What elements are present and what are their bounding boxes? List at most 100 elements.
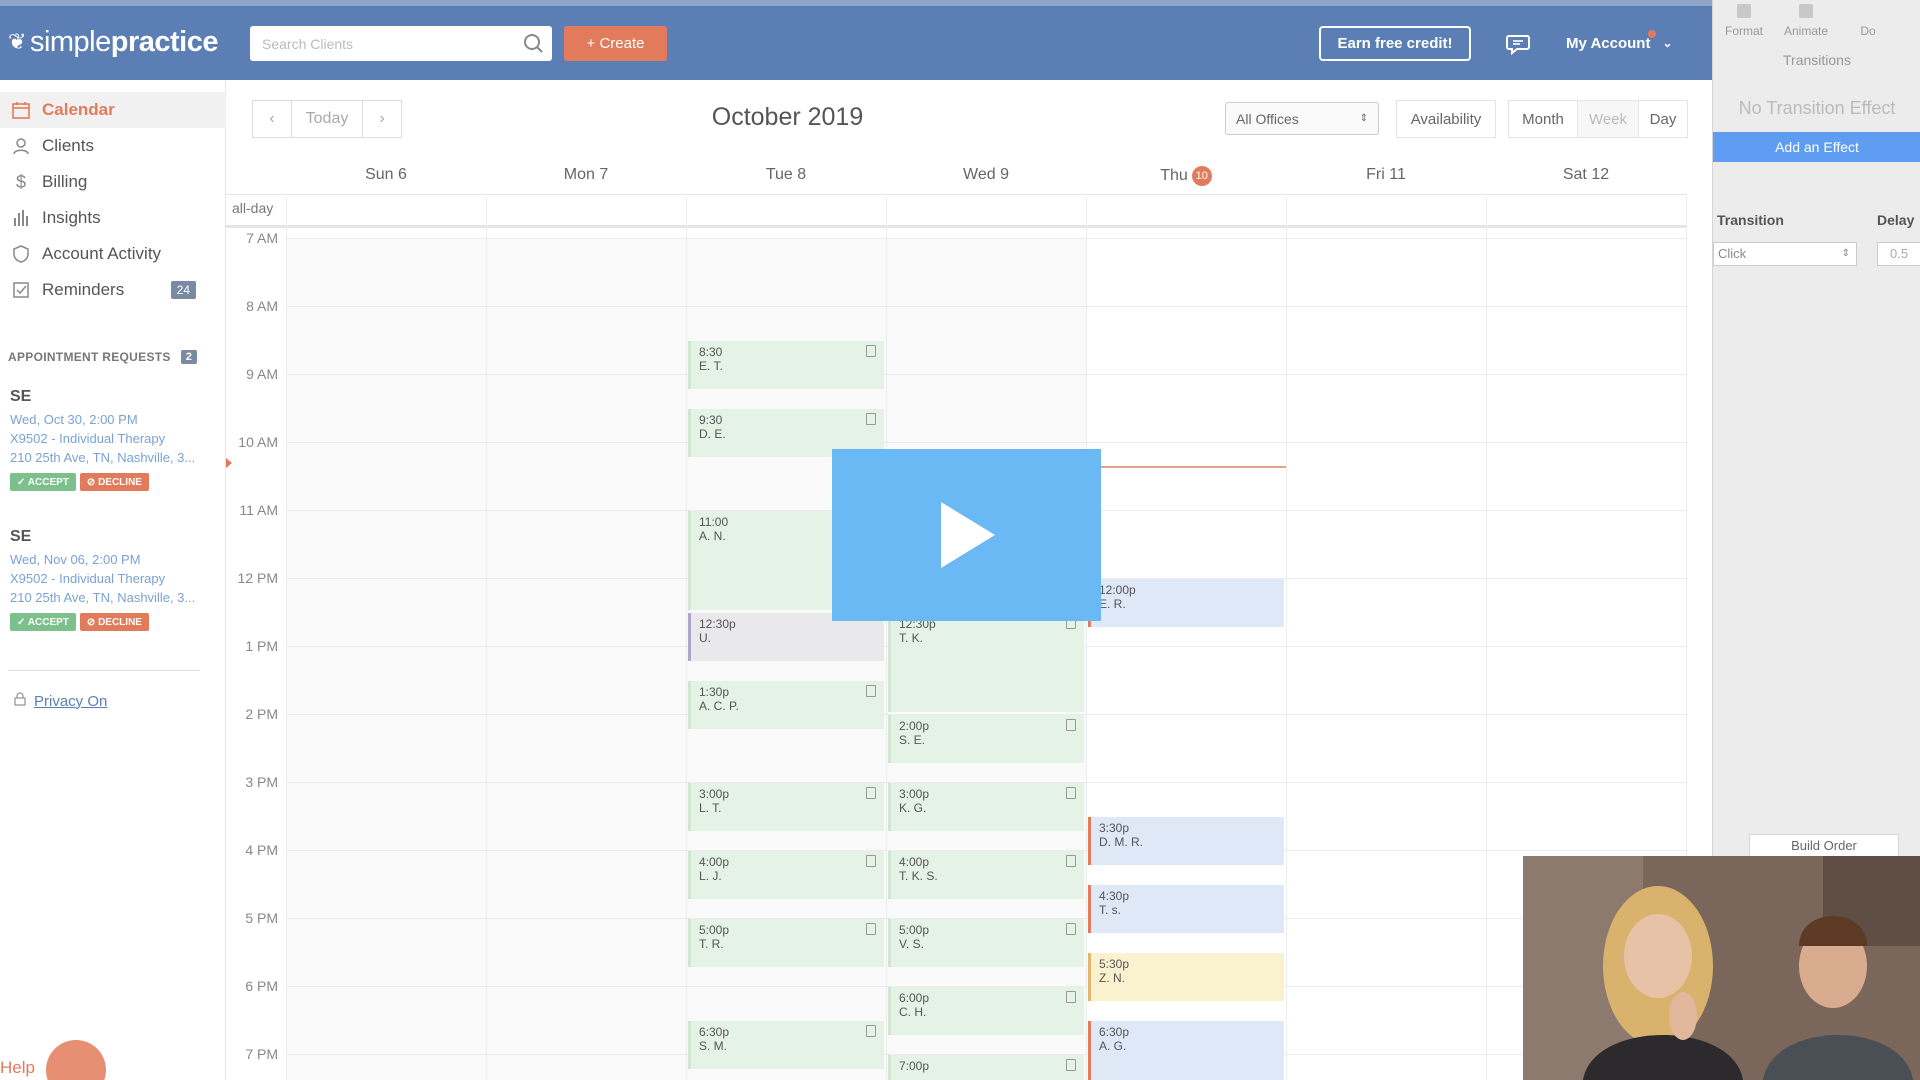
note-icon[interactable]: [866, 345, 876, 357]
privacy-label: Privacy On: [34, 692, 108, 710]
chat-icon[interactable]: [1505, 31, 1531, 57]
note-icon[interactable]: [1066, 923, 1076, 935]
appointment-block[interactable]: 4:30p T. s.: [1088, 885, 1284, 933]
appointment-block[interactable]: 3:00p L. T.: [688, 783, 884, 831]
simplepractice-logo[interactable]: ❦ simple practice: [8, 26, 218, 58]
day-header[interactable]: Fri 11: [1286, 166, 1486, 190]
note-icon[interactable]: [866, 685, 876, 697]
appointment-block[interactable]: 1:30p A. C. P.: [688, 681, 884, 729]
office-select-value: All Offices: [1236, 110, 1299, 127]
sidebar-item-clients[interactable]: Clients: [0, 128, 226, 164]
request-date[interactable]: Wed, Nov 06, 2:00 PM: [10, 552, 220, 567]
accept-request-button[interactable]: ✓ ACCEPT: [10, 473, 76, 491]
day-header[interactable]: Wed 9: [886, 166, 1086, 190]
note-icon[interactable]: [1066, 1059, 1076, 1071]
search-icon[interactable]: [516, 26, 552, 61]
office-select[interactable]: All Offices ⇕: [1225, 102, 1379, 135]
appointment-time: 6:30p: [699, 1025, 730, 1039]
hour-label: 11 AM: [239, 502, 278, 518]
appointment-time: 3:00p: [699, 787, 730, 801]
day-header-label: Wed 9: [963, 166, 1009, 183]
appointment-block[interactable]: 3:30p D. M. R.: [1088, 817, 1284, 865]
appointment-client: K. G.: [899, 801, 927, 815]
note-icon[interactable]: [866, 413, 876, 425]
decline-request-button[interactable]: ⊘ DECLINE: [79, 613, 149, 631]
view-week-button[interactable]: Week: [1577, 100, 1639, 138]
view-month-button[interactable]: Month: [1508, 100, 1578, 138]
sidebar-item-insights[interactable]: Insights: [0, 200, 226, 236]
next-week-button[interactable]: ›: [362, 100, 402, 138]
note-icon[interactable]: [1066, 991, 1076, 1003]
accept-request-button[interactable]: ✓ ACCEPT: [10, 613, 76, 631]
top-navigation-bar: ❦ simple practice Search Clients + Create…: [0, 0, 1712, 80]
appointment-block[interactable]: 4:00p T. K. S.: [888, 851, 1084, 899]
transition-select[interactable]: Click ⇕: [1713, 242, 1857, 266]
video-play-button[interactable]: [832, 449, 1101, 621]
help-label[interactable]: Help: [0, 1058, 35, 1078]
appointment-block[interactable]: 8:30 E. T.: [688, 341, 884, 389]
appointment-block[interactable]: 7:00p: [888, 1055, 1084, 1080]
tab-animate[interactable]: Animate: [1775, 0, 1837, 44]
all-day-row[interactable]: [226, 194, 1686, 228]
day-header[interactable]: Mon 7: [486, 166, 686, 190]
build-order-button[interactable]: Build Order: [1749, 834, 1899, 858]
note-icon[interactable]: [866, 923, 876, 935]
note-icon[interactable]: [866, 787, 876, 799]
day-column-divider: [1086, 194, 1087, 1080]
video-progress-bar[interactable]: [0, 0, 1712, 6]
earn-free-credit-button[interactable]: Earn free credit!: [1319, 26, 1471, 61]
my-account-menu[interactable]: My Account ⌄: [1566, 28, 1673, 58]
sidebar-item-calendar[interactable]: Calendar: [0, 92, 226, 128]
help-chat-button[interactable]: [46, 1040, 106, 1080]
appointment-block[interactable]: 5:00p V. S.: [888, 919, 1084, 967]
appointment-block[interactable]: 6:00p C. H.: [888, 987, 1084, 1035]
note-icon[interactable]: [1066, 787, 1076, 799]
day-header[interactable]: Sun 6: [286, 166, 486, 190]
appointment-block[interactable]: 2:00p S. E.: [888, 715, 1084, 763]
sidebar-item-reminders[interactable]: Reminders 24: [0, 272, 226, 308]
hour-label: 9 AM: [246, 366, 278, 382]
appointment-block[interactable]: 12:00p E. R.: [1088, 579, 1284, 627]
appointment-block[interactable]: 12:30p T. K.: [888, 613, 1084, 712]
note-icon[interactable]: [1066, 719, 1076, 731]
request-address[interactable]: 210 25th Ave, TN, Nashville, 3...: [10, 590, 220, 605]
note-icon[interactable]: [1066, 855, 1076, 867]
today-button[interactable]: Today: [291, 100, 363, 138]
previous-week-button[interactable]: ‹: [252, 100, 292, 138]
day-header[interactable]: Tue 8: [686, 166, 886, 190]
note-icon[interactable]: [866, 1025, 876, 1037]
availability-button[interactable]: Availability: [1396, 100, 1496, 138]
appointment-block[interactable]: 6:30p S. M.: [688, 1021, 884, 1069]
request-address[interactable]: 210 25th Ave, TN, Nashville, 3...: [10, 450, 220, 465]
sidebar-item-label: Calendar: [42, 100, 115, 119]
appointment-block[interactable]: 3:00p K. G.: [888, 783, 1084, 831]
day-column-divider: [1486, 194, 1487, 1080]
decline-request-button[interactable]: ⊘ DECLINE: [79, 473, 149, 491]
request-service[interactable]: X9502 - Individual Therapy: [10, 571, 220, 586]
sidebar-item-account-activity[interactable]: Account Activity: [0, 236, 226, 272]
search-clients-input[interactable]: Search Clients: [250, 26, 552, 61]
sidebar: Calendar Clients $ Billing Insights Acco…: [0, 80, 232, 1080]
request-date[interactable]: Wed, Oct 30, 2:00 PM: [10, 412, 220, 427]
add-effect-button[interactable]: Add an Effect: [1713, 132, 1920, 162]
appointment-block[interactable]: 6:30p A. G.: [1088, 1021, 1284, 1080]
appointment-block[interactable]: 4:00p L. J.: [688, 851, 884, 899]
appointment-time: 3:30p: [1099, 821, 1130, 835]
privacy-toggle[interactable]: Privacy On: [14, 692, 107, 710]
appointment-client: E. R.: [1099, 597, 1126, 611]
day-header[interactable]: Sat 12: [1486, 166, 1686, 190]
sidebar-item-billing[interactable]: $ Billing: [0, 164, 226, 200]
tab-document[interactable]: Do: [1837, 0, 1899, 44]
appointment-block[interactable]: 5:30p Z. N.: [1088, 953, 1284, 1001]
tab-format[interactable]: Format: [1713, 0, 1775, 44]
request-service[interactable]: X9502 - Individual Therapy: [10, 431, 220, 446]
hour-label: 7 AM: [246, 230, 278, 246]
note-icon[interactable]: [866, 855, 876, 867]
sidebar-item-label: Reminders: [42, 280, 125, 299]
delay-input[interactable]: 0.5: [1877, 242, 1920, 266]
appointment-block[interactable]: 5:00p T. R.: [688, 919, 884, 967]
create-button[interactable]: + Create: [564, 26, 667, 61]
view-day-button[interactable]: Day: [1638, 100, 1688, 138]
day-header[interactable]: Thu 10: [1086, 166, 1286, 190]
appointment-time: 4:00p: [699, 855, 730, 869]
